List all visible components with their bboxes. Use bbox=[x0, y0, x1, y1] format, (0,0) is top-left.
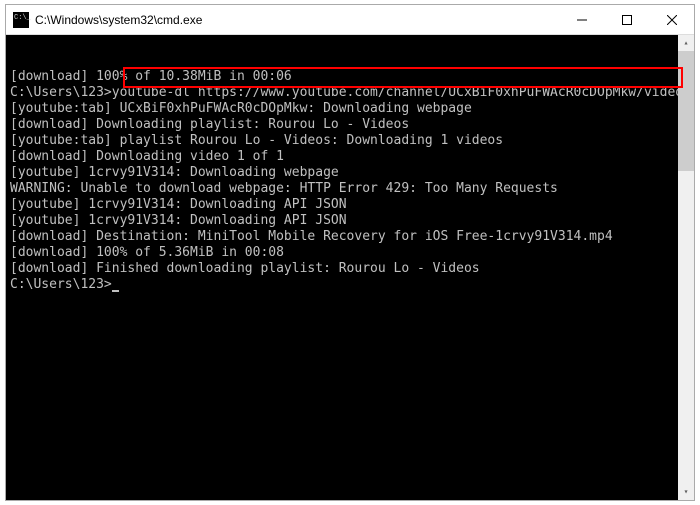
window-controls bbox=[559, 5, 694, 34]
maximize-button[interactable] bbox=[604, 5, 649, 34]
close-button[interactable] bbox=[649, 5, 694, 34]
cursor bbox=[112, 290, 119, 292]
terminal-line: [youtube] 1crvy91V314: Downloading webpa… bbox=[10, 165, 690, 181]
maximize-icon bbox=[622, 15, 632, 25]
terminal-line: [download] Destination: MiniTool Mobile … bbox=[10, 229, 690, 245]
terminal-line: C:\Users\123> bbox=[10, 277, 690, 293]
terminal-line: [download] Downloading playlist: Rourou … bbox=[10, 117, 690, 133]
terminal-line: [youtube:tab] UCxBiF0xhPuFWAcR0cDOpMkw: … bbox=[10, 101, 690, 117]
scrollbar-thumb[interactable] bbox=[678, 51, 694, 171]
terminal-line: [download] Downloading video 1 of 1 bbox=[10, 149, 690, 165]
cmd-window: C:\Windows\system32\cmd.exe [download] 1… bbox=[5, 4, 695, 501]
window-title: C:\Windows\system32\cmd.exe bbox=[35, 13, 559, 27]
cmd-icon bbox=[13, 12, 29, 28]
scrollbar[interactable] bbox=[678, 35, 694, 500]
titlebar[interactable]: C:\Windows\system32\cmd.exe bbox=[6, 5, 694, 35]
terminal-line: [download] Finished downloading playlist… bbox=[10, 261, 690, 277]
scroll-down-button[interactable] bbox=[678, 484, 694, 500]
terminal-line: [youtube:tab] playlist Rourou Lo - Video… bbox=[10, 133, 690, 149]
terminal-line: [youtube] 1crvy91V314: Downloading API J… bbox=[10, 213, 690, 229]
terminal-line: [download] 100% of 5.36MiB in 00:08 bbox=[10, 245, 690, 261]
close-icon bbox=[667, 15, 677, 25]
terminal-area[interactable]: [download] 100% of 10.38MiB in 00:06C:\U… bbox=[6, 35, 694, 500]
terminal-line: C:\Users\123>youtube-dl https://www.yout… bbox=[10, 85, 690, 101]
scroll-up-button[interactable] bbox=[678, 35, 694, 51]
terminal-output: [download] 100% of 10.38MiB in 00:06C:\U… bbox=[10, 69, 690, 293]
terminal-line: [download] 100% of 10.38MiB in 00:06 bbox=[10, 69, 690, 85]
terminal-line: [youtube] 1crvy91V314: Downloading API J… bbox=[10, 197, 690, 213]
terminal-line: WARNING: Unable to download webpage: HTT… bbox=[10, 181, 690, 197]
minimize-button[interactable] bbox=[559, 5, 604, 34]
minimize-icon bbox=[577, 15, 587, 25]
